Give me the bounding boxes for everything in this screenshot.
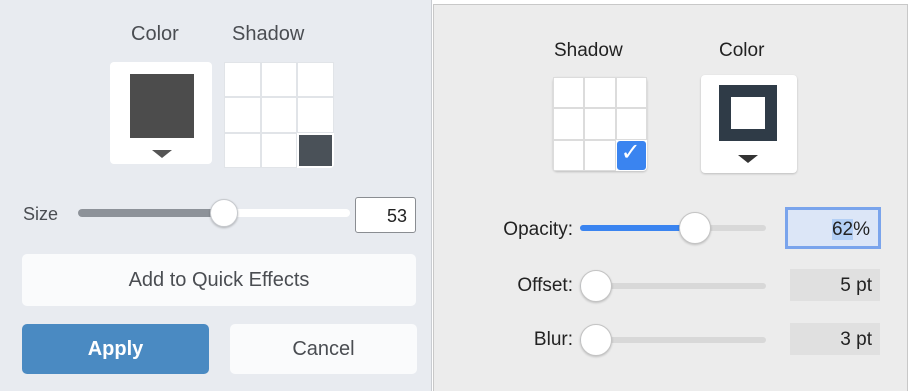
size-input[interactable]: 53	[355, 197, 416, 233]
color-picker-button[interactable]	[701, 75, 797, 173]
left-effects-panel: Color Shadow Size 53 Add to Quick Effect…	[0, 0, 432, 391]
opacity-label: Opacity:	[503, 219, 573, 240]
shadow-cell[interactable]	[224, 132, 261, 168]
offset-label: Offset:	[517, 275, 573, 296]
opacity-unit: %	[853, 219, 870, 240]
shadow-cell[interactable]	[224, 62, 261, 98]
color-swatch	[130, 74, 194, 138]
offset-input[interactable]: 5 pt	[790, 269, 880, 301]
blur-slider-handle[interactable]	[580, 324, 612, 356]
color-picker-button[interactable]	[110, 62, 212, 164]
shadow-heading: Shadow	[554, 40, 623, 61]
right-shadow-panel: Shadow Color ✓ Opacity: 62% Offset: 5 pt…	[433, 4, 908, 391]
offset-slider[interactable]	[580, 270, 766, 302]
shadow-cell[interactable]	[297, 62, 334, 98]
shadow-cell[interactable]	[224, 97, 261, 133]
shadow-cell[interactable]	[553, 77, 585, 109]
color-heading: Color	[131, 23, 179, 45]
blur-label: Blur:	[533, 329, 573, 350]
blur-slider[interactable]	[580, 324, 766, 356]
opacity-slider[interactable]	[580, 212, 766, 244]
size-label: Size	[23, 204, 59, 224]
apply-button[interactable]: Apply	[22, 324, 209, 374]
shadow-cell[interactable]	[584, 77, 616, 109]
size-slider-handle[interactable]	[210, 199, 238, 227]
shadow-cell[interactable]	[615, 77, 647, 109]
shadow-cell-selected[interactable]	[299, 134, 332, 166]
opacity-slider-fill	[580, 225, 691, 231]
shadow-cell[interactable]	[297, 97, 334, 133]
shadow-cell[interactable]	[584, 139, 616, 171]
color-swatch	[719, 85, 777, 141]
size-slider-fill	[78, 209, 222, 217]
shadow-cell[interactable]	[260, 132, 298, 168]
offset-slider-handle[interactable]	[580, 270, 612, 302]
chevron-down-icon	[738, 155, 758, 163]
shadow-cell[interactable]	[553, 139, 585, 171]
blur-input[interactable]: 3 pt	[790, 323, 880, 355]
opacity-input[interactable]: 62%	[785, 207, 881, 249]
shadow-cell[interactable]	[553, 108, 585, 140]
color-heading: Color	[719, 40, 765, 61]
size-slider[interactable]	[78, 199, 350, 227]
cancel-button[interactable]: Cancel	[230, 324, 417, 374]
shadow-heading: Shadow	[232, 23, 305, 45]
shadow-cell[interactable]	[615, 108, 647, 140]
checkmark-icon: ✓	[620, 137, 641, 166]
shadow-cell-selected[interactable]: ✓	[616, 137, 646, 170]
shadow-cell[interactable]	[260, 62, 298, 98]
add-to-quick-effects-button[interactable]: Add to Quick Effects	[22, 254, 416, 306]
opacity-value: 62	[831, 219, 854, 240]
shadow-position-grid[interactable]	[224, 62, 334, 168]
chevron-down-icon	[152, 150, 172, 158]
opacity-slider-handle[interactable]	[679, 212, 711, 244]
shadow-position-grid[interactable]: ✓	[553, 77, 647, 171]
shadow-cell[interactable]	[584, 108, 616, 140]
shadow-cell[interactable]	[260, 97, 298, 133]
